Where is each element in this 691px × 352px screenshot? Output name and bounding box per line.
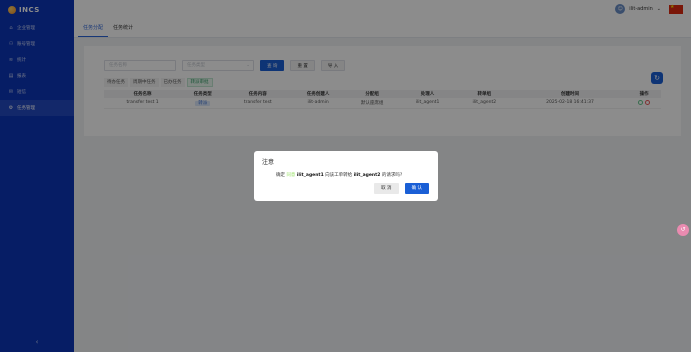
confirm-dialog: 注意 确定 同意 ilit_agent1 向该工单转给 ilit_agent2 … (254, 151, 438, 201)
dialog-buttons: 取 消 确 认 (374, 183, 429, 194)
float-assist-icon[interactable]: ↺ (677, 224, 689, 236)
dialog-message: 确定 同意 ilit_agent1 向该工单转给 ilit_agent2 的请求… (276, 173, 403, 178)
confirm-button[interactable]: 确 认 (404, 183, 429, 194)
dialog-title: 注意 (262, 159, 275, 166)
cancel-button[interactable]: 取 消 (374, 183, 399, 194)
